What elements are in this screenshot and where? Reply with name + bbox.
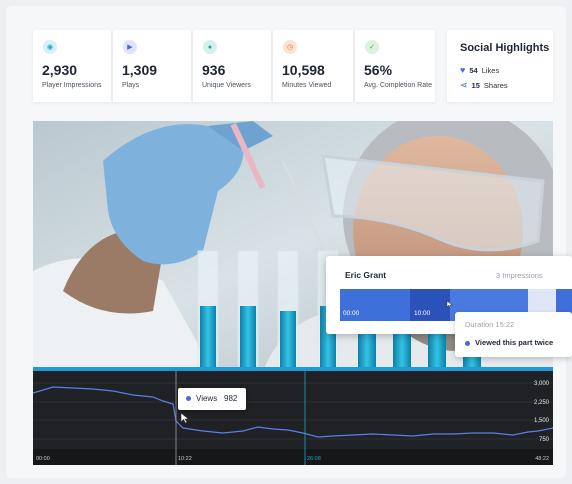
shares-count: 15 <box>471 81 480 90</box>
views-tooltip: Views 982 <box>178 388 246 410</box>
stat-value: 2,930 <box>42 62 78 78</box>
views-timeline[interactable]: 3,000 2,250 1,500 750 00:00 10:22 26:08 … <box>33 371 553 465</box>
play-icon: ▶ <box>123 40 137 54</box>
duration-note: Viewed this part twice <box>475 338 554 347</box>
stat-label: Unique Viewers <box>202 82 251 89</box>
social-highlights-card: Social Highlights ♥ 54 Likes ⋖ 15 Shares <box>447 30 553 102</box>
x-tick: 26:08 <box>307 456 321 462</box>
x-tick: 00:00 <box>36 456 50 462</box>
likes-label: Likes <box>481 65 500 75</box>
y-tick: 750 <box>539 437 550 443</box>
views-value: 982 <box>224 394 238 403</box>
stat-card-plays[interactable]: ▶ 1,309 Plays <box>113 30 191 102</box>
shares-label: Shares <box>483 81 508 90</box>
dot-icon <box>186 396 191 401</box>
views-line-chart: 3,000 2,250 1,500 750 00:00 10:22 26:08 … <box>33 371 553 465</box>
cursor-icon <box>446 300 454 309</box>
time-mark: 10:00 <box>414 310 431 317</box>
stat-label: Minutes Viewed <box>282 82 332 89</box>
views-label: Views <box>196 394 218 403</box>
y-tick: 2,250 <box>534 400 550 406</box>
eye-icon: ◉ <box>43 40 57 54</box>
stat-card-unique-viewers[interactable]: ● 936 Unique Viewers <box>193 30 271 102</box>
user-icon: ● <box>203 40 217 54</box>
viewer-impressions: 3 Impressions <box>496 271 543 280</box>
cursor-icon <box>180 412 190 424</box>
stat-card-minutes-viewed[interactable]: ◷ 10,598 Minutes Viewed <box>273 30 353 102</box>
y-tick: 3,000 <box>534 381 550 387</box>
stat-label: Avg. Completion Rate <box>364 82 432 89</box>
stat-card-impressions[interactable]: ◉ 2,930 Player Impressions <box>33 30 111 102</box>
stat-value: 10,598 <box>282 62 325 78</box>
stat-value: 56% <box>364 62 393 78</box>
stat-value: 1,309 <box>122 62 158 78</box>
time-start: 00:00 <box>343 310 360 317</box>
clock-icon: ◷ <box>283 40 297 54</box>
y-tick: 1,500 <box>534 418 550 424</box>
duration-tooltip: Duration 15:22 Viewed this part twice <box>455 312 572 357</box>
stat-label: Player Impressions <box>42 82 102 89</box>
shares-row: ⋖ 15 Shares <box>460 80 508 91</box>
x-tick: 48:22 <box>535 456 549 462</box>
stat-label: Plays <box>122 82 140 89</box>
dot-icon <box>465 341 470 346</box>
duration-text: Duration 15:22 <box>465 320 515 329</box>
heart-icon: ♥ <box>460 65 466 75</box>
check-icon: ✓ <box>365 40 379 54</box>
stat-card-completion-rate[interactable]: ✓ 56% Avg. Completion Rate <box>355 30 435 102</box>
stat-value: 936 <box>202 62 226 78</box>
likes-count: 54 <box>469 65 478 75</box>
views-line <box>33 386 553 438</box>
likes-row: ♥ 54 Likes <box>460 65 499 75</box>
social-title: Social Highlights <box>460 42 550 54</box>
share-icon: ⋖ <box>460 80 468 90</box>
x-tick: 10:22 <box>178 456 192 462</box>
viewer-name: Eric Grant <box>345 270 387 280</box>
